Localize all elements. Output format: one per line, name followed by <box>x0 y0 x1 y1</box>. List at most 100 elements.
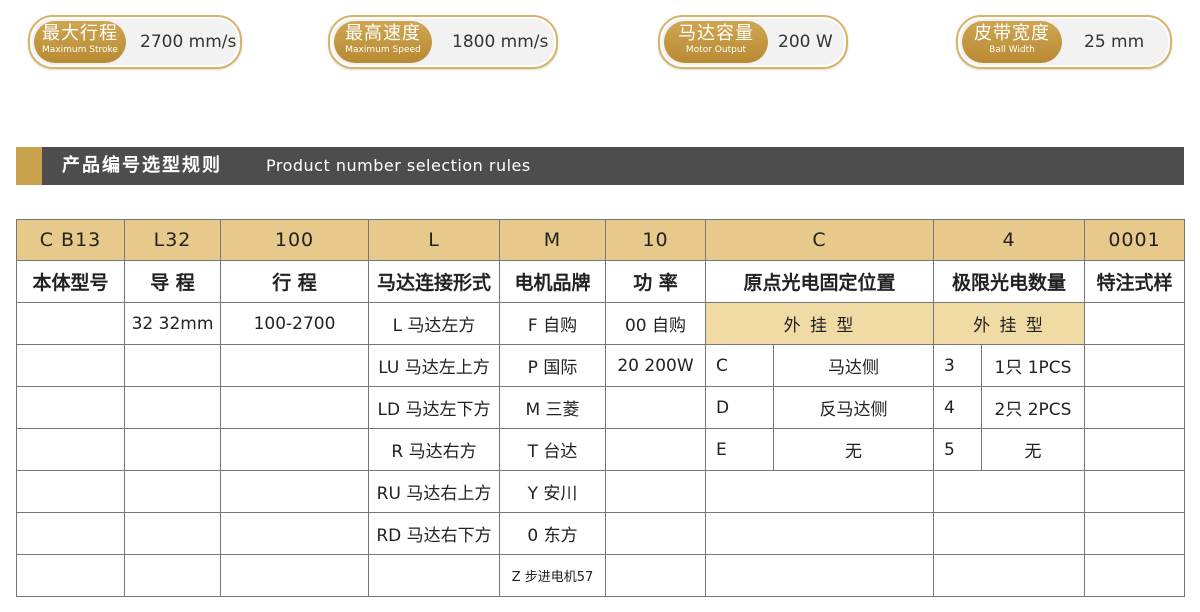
table-cell <box>220 344 369 387</box>
table-cell <box>124 554 221 597</box>
table-cell: 0 东方 <box>499 512 606 555</box>
table-cell <box>605 512 706 555</box>
origin-label: 无 <box>773 428 934 471</box>
code-cell: 10 <box>605 219 706 261</box>
header-cell: 马达连接形式 <box>368 260 500 303</box>
table-cell <box>933 470 1085 513</box>
limit-label: 无 <box>981 428 1085 471</box>
table-cell: 100-2700 <box>220 302 369 345</box>
table-cell: T 台达 <box>499 428 606 471</box>
origin-code: E <box>705 428 774 471</box>
table-row: R 马达右方 T 台达 E 无 5 无 <box>16 428 1185 471</box>
table-row: LD 马达左下方 M 三菱 D 反马达侧 4 2只 2PCS <box>16 386 1185 429</box>
table-cell: M 三菱 <box>499 386 606 429</box>
table-cell <box>605 386 706 429</box>
table-cell <box>16 302 125 345</box>
spec-label-zh: 皮带宽度 <box>974 23 1050 44</box>
spec-value: 1800 mm/s <box>452 32 549 52</box>
table-row: LU 马达左上方 P 国际 20 200W C 马达侧 3 1只 1PCS <box>16 344 1185 387</box>
header-cell: 原点光电固定位置 <box>705 260 934 303</box>
spec-value: 2700 mm/s <box>140 32 237 52</box>
spec-label-en: Ball Width <box>989 45 1035 55</box>
table-cell <box>1084 386 1185 429</box>
origin-code: D <box>705 386 774 429</box>
table-cell: L 马达左方 <box>368 302 500 345</box>
limit-code: 5 <box>933 428 982 471</box>
spec-badge: 最大行程 Maximum Stroke <box>34 21 126 63</box>
header-cell: 本体型号 <box>16 260 125 303</box>
table-cell <box>368 554 500 597</box>
spec-badge: 皮带宽度 Ball Width <box>962 21 1062 63</box>
table-cell <box>605 428 706 471</box>
table-cell <box>220 512 369 555</box>
table-cell: R 马达右方 <box>368 428 500 471</box>
table-cell <box>16 554 125 597</box>
table-cell <box>1084 512 1185 555</box>
table-cell <box>1084 470 1185 513</box>
selection-rules-table: C B13 L32 100 L M 10 C 4 0001 本体型号 导 程 行… <box>16 219 1185 597</box>
header-cell: 特注式样 <box>1084 260 1185 303</box>
table-cell <box>220 386 369 429</box>
header-row: 本体型号 导 程 行 程 马达连接形式 电机品牌 功 率 原点光电固定位置 极限… <box>16 260 1185 303</box>
section-accent-bar <box>16 147 42 185</box>
table-cell <box>16 344 125 387</box>
section-title-en: Product number selection rules <box>266 156 531 175</box>
spec-pill-max-stroke: 最大行程 Maximum Stroke 2700 mm/s <box>28 15 242 69</box>
section-header: 产品编号选型规则 Product number selection rules <box>16 147 1184 185</box>
table-row: Z 步进电机57 <box>16 554 1185 597</box>
table-cell <box>933 554 1085 597</box>
limit-code: 3 <box>933 344 982 387</box>
code-cell: 100 <box>220 219 369 261</box>
table-cell: 00 自购 <box>605 302 706 345</box>
table-cell <box>124 344 221 387</box>
spec-label-en: Maximum Stroke <box>42 45 118 55</box>
table-cell <box>16 428 125 471</box>
table-cell <box>220 554 369 597</box>
code-cell: L <box>368 219 500 261</box>
limit-label: 1只 1PCS <box>981 344 1085 387</box>
origin-mount-cell: 外 挂 型 <box>705 302 934 345</box>
table-cell <box>220 428 369 471</box>
table-cell <box>16 386 125 429</box>
table-cell: Y 安川 <box>499 470 606 513</box>
table-cell: RU 马达右上方 <box>368 470 500 513</box>
table-cell <box>705 470 934 513</box>
origin-label: 反马达侧 <box>773 386 934 429</box>
spec-value: 200 W <box>778 32 833 52</box>
table-cell <box>16 512 125 555</box>
table-cell <box>605 554 706 597</box>
table-cell: LU 马达左上方 <box>368 344 500 387</box>
spec-label-zh: 最大行程 <box>42 23 118 44</box>
table-row: 32 32mm 100-2700 L 马达左方 F 自购 00 自购 外 挂 型… <box>16 302 1185 345</box>
table-cell: P 国际 <box>499 344 606 387</box>
spec-label-zh: 最高速度 <box>345 23 421 44</box>
header-cell: 功 率 <box>605 260 706 303</box>
table-cell <box>705 554 934 597</box>
table-cell <box>705 512 934 555</box>
table-cell <box>1084 344 1185 387</box>
table-cell <box>220 470 369 513</box>
table-cell <box>605 470 706 513</box>
table-cell: RD 马达右下方 <box>368 512 500 555</box>
spec-label-zh: 马达容量 <box>678 23 754 44</box>
table-cell <box>1084 428 1185 471</box>
code-cell: 4 <box>933 219 1085 261</box>
table-row: RD 马达右下方 0 东方 <box>16 512 1185 555</box>
table-cell: 20 200W <box>605 344 706 387</box>
table-cell: LD 马达左下方 <box>368 386 500 429</box>
table-cell: F 自购 <box>499 302 606 345</box>
spec-value: 25 mm <box>1084 32 1145 52</box>
table-row: RU 马达右上方 Y 安川 <box>16 470 1185 513</box>
spec-badge: 马达容量 Motor Output <box>664 21 768 63</box>
spec-label-en: Motor Output <box>685 45 747 55</box>
spec-badge: 最高速度 Maximum Speed <box>334 21 432 63</box>
table-cell <box>1084 554 1185 597</box>
limit-code: 4 <box>933 386 982 429</box>
header-cell: 导 程 <box>124 260 221 303</box>
header-cell: 极限光电数量 <box>933 260 1085 303</box>
header-cell: 电机品牌 <box>499 260 606 303</box>
table-cell <box>1084 302 1185 345</box>
limit-label: 2只 2PCS <box>981 386 1085 429</box>
code-cell: M <box>499 219 606 261</box>
table-cell: Z 步进电机57 <box>499 554 606 597</box>
